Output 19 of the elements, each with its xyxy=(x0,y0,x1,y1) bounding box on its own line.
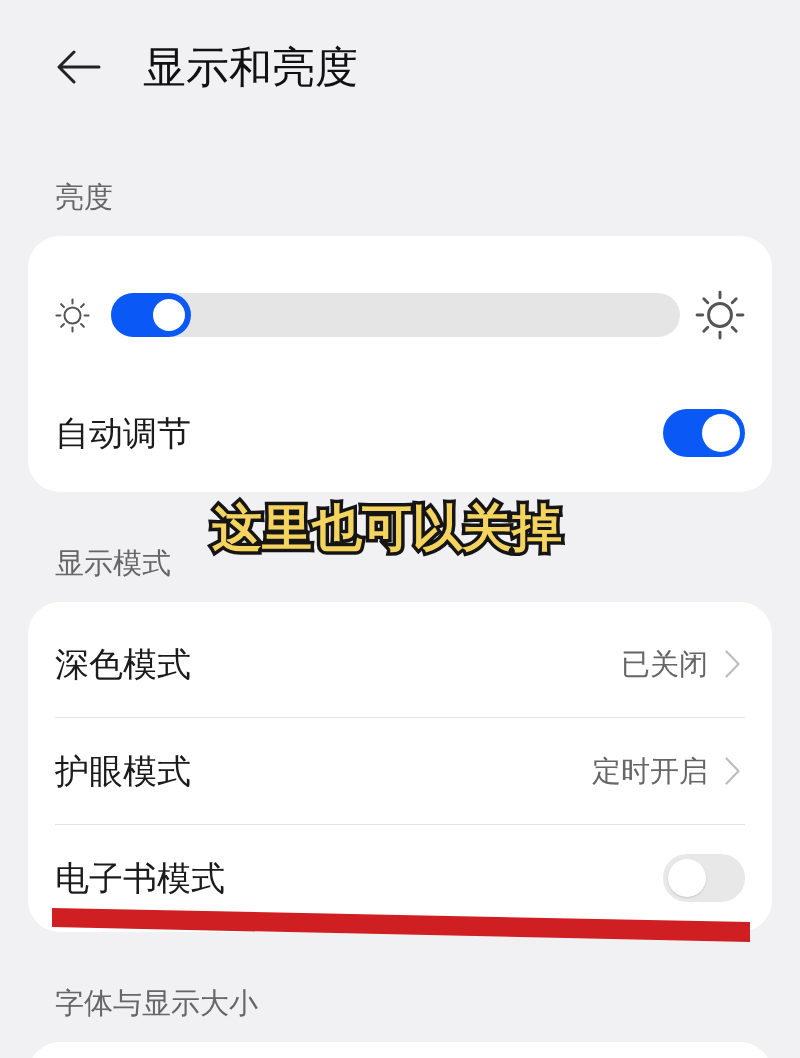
section-label: 显示模式 xyxy=(55,545,171,581)
row-label: 自动调节 xyxy=(55,411,191,455)
brightness-slider[interactable] xyxy=(111,293,680,337)
toggle-switch[interactable] xyxy=(663,854,745,902)
annotation-caption: 这里也可以关掉 xyxy=(212,498,562,559)
row-value: 已关闭 xyxy=(621,645,708,683)
row-value: 定时开启 xyxy=(592,753,708,790)
section-label: 字体与显示大小 xyxy=(55,985,258,1021)
row-label[interactable]: 深色模式 xyxy=(55,641,191,686)
page-title: 显示和亮度 xyxy=(143,41,358,94)
sun-small-icon xyxy=(55,297,90,333)
chevron-right-icon xyxy=(725,649,740,678)
row-label[interactable]: 护眼模式 xyxy=(55,749,191,793)
toggle-switch[interactable] xyxy=(663,408,745,457)
chevron-right-icon xyxy=(725,757,740,785)
back-arrow-icon[interactable] xyxy=(57,50,101,84)
row-label: 电子书模式 xyxy=(55,857,225,900)
section-label: 亮度 xyxy=(55,179,113,215)
sun-large-icon xyxy=(695,290,745,340)
